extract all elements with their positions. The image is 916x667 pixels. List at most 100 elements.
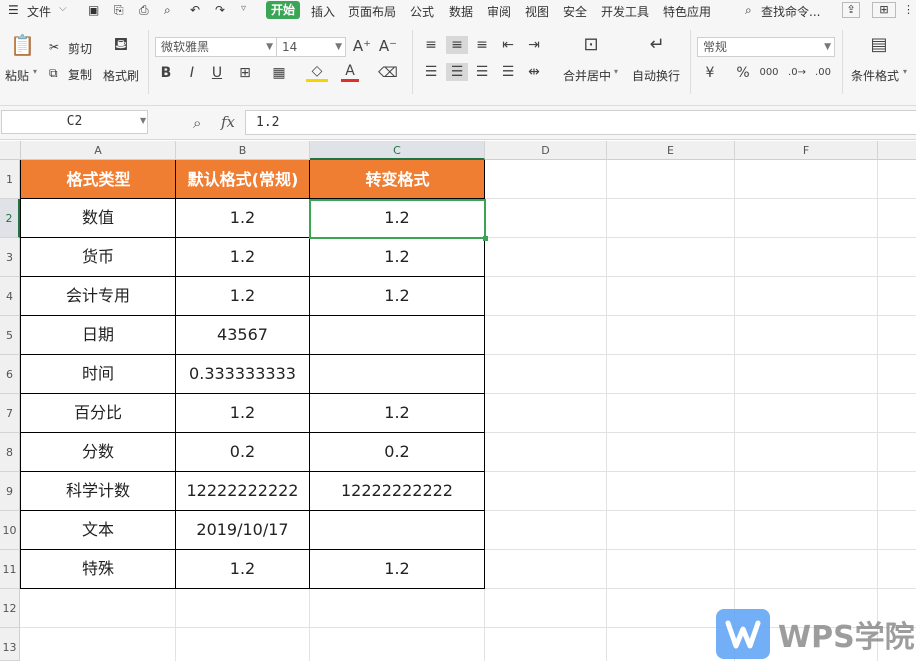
converted-cell[interactable]: 1.2 (310, 550, 484, 588)
default-cell[interactable]: 1.2 (176, 238, 309, 276)
customize-icon[interactable]: ▿ (241, 3, 246, 14)
chevron-down-icon[interactable]: ▾ (903, 67, 907, 76)
justify-icon[interactable]: ☰ (498, 63, 518, 81)
zoom-icon[interactable]: ⌕ (193, 114, 201, 132)
type-cell[interactable]: 百分比 (21, 394, 175, 432)
share-icon[interactable]: ⇪ (842, 2, 860, 18)
cut-button[interactable]: 剪切 (68, 40, 92, 57)
default-cell[interactable]: 43567 (176, 316, 309, 354)
default-cell[interactable]: 0.333333333 (176, 355, 309, 393)
align-middle-icon[interactable]: ≡ (446, 36, 468, 54)
more-icon[interactable]: ⋮ (903, 3, 914, 16)
converted-cell[interactable]: 1.2 (310, 238, 484, 276)
type-cell[interactable]: 日期 (21, 316, 175, 354)
column-header-b[interactable]: B (176, 141, 310, 160)
tab-view[interactable]: 视图 (525, 3, 549, 20)
undo-icon[interactable]: ↶ (190, 3, 200, 17)
type-cell[interactable]: 时间 (21, 355, 175, 393)
type-cell[interactable]: 科学计数 (21, 472, 175, 510)
distribute-icon[interactable]: ⇹ (524, 63, 544, 81)
row-header-11[interactable]: 11 (0, 550, 20, 589)
copy-icon[interactable]: ⧉ (49, 66, 58, 81)
column-header-d[interactable]: D (485, 141, 607, 160)
redo-icon[interactable]: ↷ (215, 3, 225, 17)
border-icon[interactable]: ⊞ (234, 64, 256, 82)
tab-home[interactable]: 开始 (266, 1, 301, 19)
formula-input[interactable]: 1.2 (245, 110, 916, 135)
row-header-1[interactable]: 1 (0, 160, 20, 199)
increase-decimal-icon[interactable]: .0→ (786, 64, 808, 82)
row-header-12[interactable]: 12 (0, 589, 20, 628)
merge-center-button[interactable]: 合并居中 (563, 67, 611, 84)
type-cell[interactable]: 数值 (21, 199, 175, 237)
font-color-icon[interactable]: A (341, 64, 359, 82)
row-header-3[interactable]: 3 (0, 238, 20, 277)
search-icon[interactable]: ⌕ (745, 3, 752, 18)
align-right-icon[interactable]: ☰ (472, 63, 492, 81)
default-cell[interactable]: 0.2 (176, 433, 309, 471)
select-all-corner[interactable] (0, 141, 21, 160)
name-box[interactable]: C2 (1, 110, 148, 134)
converted-cell[interactable]: 12222222222 (310, 472, 484, 510)
chevron-down-icon[interactable]: ⌵ (59, 3, 67, 14)
conditional-format-button[interactable]: 条件格式 (851, 67, 899, 84)
menu-file[interactable]: 文件 (27, 3, 51, 20)
fill-style-icon[interactable]: ▦ (268, 64, 290, 82)
header-cell-type[interactable]: 格式类型 (21, 160, 176, 199)
cut-icon[interactable]: ✂ (49, 40, 59, 54)
merge-center-icon[interactable]: ⊡ (579, 36, 603, 54)
align-top-icon[interactable]: ≡ (421, 36, 441, 54)
decrease-decimal-icon[interactable]: .00 (812, 64, 834, 82)
row-header-10[interactable]: 10 (0, 511, 20, 550)
eraser-icon[interactable]: ⌫ (378, 64, 398, 82)
converted-cell[interactable]: 1.2 (310, 277, 484, 315)
converted-cell[interactable] (310, 355, 484, 393)
default-cell[interactable]: 1.2 (176, 550, 309, 588)
hamburger-icon[interactable]: ☰ (8, 3, 19, 17)
default-cell[interactable]: 12222222222 (176, 472, 309, 510)
tab-review[interactable]: 审阅 (487, 3, 511, 20)
fill-color-icon[interactable]: ◇ (306, 64, 328, 82)
chevron-down-icon[interactable]: ▾ (614, 67, 618, 76)
command-search[interactable]: 查找命令... (761, 3, 820, 20)
print-preview-icon[interactable]: ⌕ (164, 3, 171, 18)
fill-handle[interactable] (483, 236, 488, 241)
wrap-text-button[interactable]: 自动换行 (632, 67, 680, 84)
row-header-7[interactable]: 7 (0, 394, 20, 433)
paste-button[interactable]: 粘贴 (5, 67, 29, 84)
copy-button[interactable]: 复制 (68, 66, 92, 83)
converted-cell[interactable] (310, 511, 484, 549)
type-cell[interactable]: 货币 (21, 238, 175, 276)
converted-cell[interactable]: 1.2 (310, 394, 484, 432)
print-icon[interactable]: ⎙ (139, 3, 149, 18)
tab-formulas[interactable]: 公式 (410, 3, 434, 20)
italic-icon[interactable]: I (183, 64, 201, 82)
column-header-c[interactable]: C (310, 141, 485, 160)
type-cell[interactable]: 分数 (21, 433, 175, 471)
tab-page-layout[interactable]: 页面布局 (348, 3, 396, 20)
type-cell[interactable]: 文本 (21, 511, 175, 549)
save-icon[interactable]: ▣ (88, 3, 99, 17)
tab-insert[interactable]: 插入 (311, 3, 335, 20)
indent-decrease-icon[interactable]: ⇤ (498, 36, 518, 54)
export-icon[interactable]: ⎘ (114, 3, 124, 18)
format-painter-button[interactable]: 格式刷 (103, 67, 139, 84)
column-header-empty[interactable] (878, 141, 916, 160)
tab-security[interactable]: 安全 (563, 3, 587, 20)
row-header-9[interactable]: 9 (0, 472, 20, 511)
active-cell-selection[interactable] (309, 199, 488, 241)
row-header-13[interactable]: 13 (0, 628, 20, 661)
tab-special[interactable]: 特色应用 (663, 3, 711, 20)
wrap-text-icon[interactable]: ↵ (645, 36, 669, 54)
fx-icon[interactable]: fx (221, 113, 235, 131)
align-bottom-icon[interactable]: ≡ (472, 36, 492, 54)
font-size-select[interactable]: 14 ▼ (276, 37, 346, 57)
header-cell-default[interactable]: 默认格式(常规) (176, 160, 310, 199)
column-header-e[interactable]: E (607, 141, 735, 160)
indent-increase-icon[interactable]: ⇥ (524, 36, 544, 54)
column-header-f[interactable]: F (735, 141, 878, 160)
increase-font-icon[interactable]: A⁺ (352, 37, 372, 55)
header-cell-converted[interactable]: 转变格式 (310, 160, 485, 199)
default-cell[interactable]: 1.2 (176, 394, 309, 432)
type-cell[interactable]: 特殊 (21, 550, 175, 588)
